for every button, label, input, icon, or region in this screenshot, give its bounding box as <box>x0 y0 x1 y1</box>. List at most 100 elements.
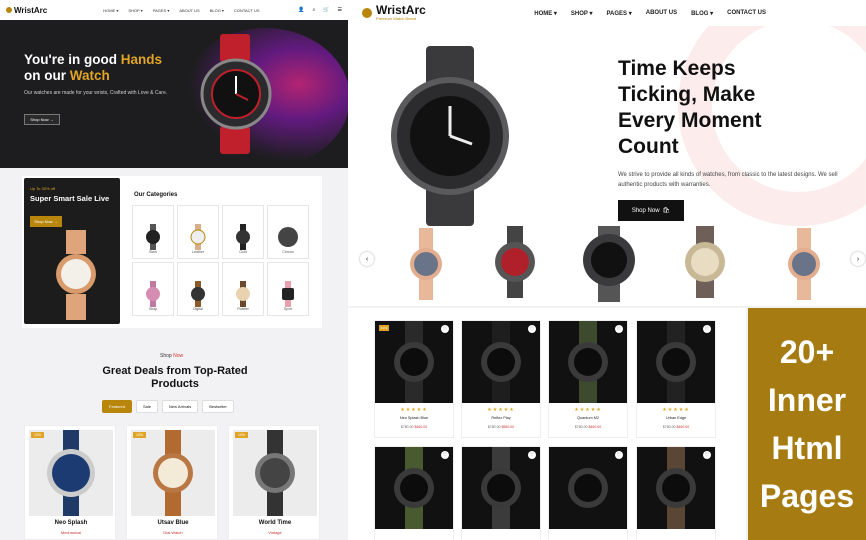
nav-blog[interactable]: BLOG ▾ <box>691 10 713 17</box>
rating-stars: ★★★★★ <box>487 407 515 413</box>
product-name[interactable]: Urban Edge <box>637 416 715 420</box>
right-logo[interactable]: WristArc Premium Watch Brand <box>362 4 426 21</box>
tab-featured[interactable]: Featured <box>102 400 133 413</box>
product-image <box>233 430 317 516</box>
watch-icon <box>190 224 206 250</box>
categories-grid: Steel Leather Gold Chrono Strap Digital … <box>132 205 309 316</box>
product-name[interactable]: Quantum M2 <box>549 416 627 420</box>
product-card[interactable]: 10% Neo Splash Mechanical <box>24 425 116 540</box>
wishlist-icon[interactable]: ♡ <box>615 451 623 459</box>
carousel-prev-button[interactable]: ‹ <box>360 252 374 266</box>
watch-icon <box>282 281 294 307</box>
nav-home[interactable]: HOME ▾ <box>534 10 557 17</box>
left-logo[interactable]: WristArc <box>6 6 47 15</box>
left-hero-shop-button[interactable]: Shop Now → <box>24 114 60 125</box>
category-item[interactable]: Gold <box>222 205 264 259</box>
product-card[interactable]: 10% World Time Vintage <box>228 425 320 540</box>
product-card[interactable]: ♡ <box>548 446 628 540</box>
discount-badge: 10% <box>379 325 390 331</box>
tab-new-arrivals[interactable]: New Arrivals <box>162 400 199 413</box>
left-hero-heading: You're in good Hands on our Watch <box>24 52 162 83</box>
product-name[interactable]: Neo Splash Blue <box>375 416 453 420</box>
logo-icon <box>6 7 12 13</box>
carousel-watch <box>685 226 725 298</box>
wishlist-icon[interactable]: ♡ <box>615 325 623 333</box>
nav-pages[interactable]: PAGES ▾ <box>607 10 632 17</box>
wishlist-icon[interactable]: ♡ <box>441 325 449 333</box>
product-image <box>637 321 715 403</box>
menu-icon[interactable]: ☰ <box>338 7 342 13</box>
logo-icon <box>362 8 372 18</box>
right-hero-description: We strive to provide all kinds of watche… <box>618 172 838 188</box>
sale-price: $580.00 <box>501 425 515 429</box>
product-image <box>29 430 113 516</box>
category-item[interactable]: Steel <box>132 205 174 259</box>
product-name[interactable]: World Time <box>229 520 321 526</box>
watch-icon <box>146 281 160 307</box>
product-price: $780.00 $460.00 <box>375 425 453 429</box>
nav-contact[interactable]: CONTACT US <box>727 10 766 17</box>
product-price: $780.00 $460.00 <box>637 425 715 429</box>
category-item[interactable]: Strap <box>132 262 174 316</box>
rating-stars: ★★★★★ <box>574 407 602 413</box>
wishlist-icon[interactable]: ♡ <box>703 325 711 333</box>
hero-watch-image <box>391 46 509 226</box>
product-image <box>462 321 540 403</box>
sale-title: Super Smart Sale Live <box>30 194 110 203</box>
product-card[interactable]: 10% Utsav Blue Dial Watch <box>126 425 218 540</box>
user-icon[interactable]: 👤 <box>298 7 304 13</box>
rating-stars: ★★★★★ <box>400 407 428 413</box>
watch-carousel <box>410 226 820 302</box>
category-item[interactable]: Digital <box>177 262 219 316</box>
promo-line: Inner <box>767 382 847 418</box>
product-card[interactable]: ♡ 10% ★★★★★ Neo Splash Blue $780.00 $460.00 <box>374 320 454 438</box>
product-image <box>549 447 627 529</box>
left-nav-contact[interactable]: CONTACT US <box>234 8 260 13</box>
left-nav-blog[interactable]: BLOG ▾ <box>210 8 224 13</box>
product-card[interactable]: ♡ <box>461 446 541 540</box>
nav-shop[interactable]: SHOP ▾ <box>571 10 593 17</box>
watch-icon <box>146 224 160 250</box>
product-price: $780.00 $460.00 <box>549 425 627 429</box>
product-name[interactable]: Reflex Play <box>462 416 540 420</box>
tab-bestseller[interactable]: Bestseller <box>202 400 234 413</box>
category-item[interactable]: Chrono <box>267 205 309 259</box>
cart-icon[interactable]: 🛒 <box>323 7 329 13</box>
right-hero-shop-button[interactable]: Shop Now 🛍 <box>618 200 684 221</box>
product-image <box>549 321 627 403</box>
wishlist-icon[interactable]: ♡ <box>528 451 536 459</box>
left-nav-home[interactable]: HOME ▾ <box>103 8 118 13</box>
wishlist-icon[interactable]: ♡ <box>703 451 711 459</box>
wishlist-icon[interactable]: ♡ <box>528 325 536 333</box>
product-card[interactable]: ♡ ★★★★★ Reflex Play $780.00 $580.00 <box>461 320 541 438</box>
sale-tag: Up To 30% off <box>30 186 55 191</box>
search-icon[interactable]: ⌕ <box>312 7 315 13</box>
discount-badge: 10% <box>235 432 249 438</box>
carousel-next-button[interactable]: › <box>851 252 865 266</box>
nav-about[interactable]: ABOUT US <box>646 10 677 17</box>
product-card[interactable]: ♡ ★★★★★ Quantum M2 $780.00 $460.00 <box>548 320 628 438</box>
right-nav-menu: HOME ▾ SHOP ▾ PAGES ▾ ABOUT US BLOG ▾ CO… <box>534 10 766 17</box>
product-name[interactable]: Utsav Blue <box>127 520 219 526</box>
product-image <box>375 321 453 403</box>
gold-watch-image <box>56 230 96 320</box>
product-category: Mechanical <box>60 530 82 535</box>
wishlist-icon[interactable]: ♡ <box>441 451 449 459</box>
product-card[interactable]: ♡ <box>636 446 716 540</box>
product-image <box>462 447 540 529</box>
category-item[interactable]: Leather <box>177 205 219 259</box>
sale-shop-button[interactable]: Shop Now → <box>30 216 62 227</box>
left-nav-icons: 👤 ⌕ 🛒 ☰ <box>298 7 342 13</box>
product-name[interactable]: Neo Splash <box>25 520 117 526</box>
product-card[interactable]: ♡ <box>374 446 454 540</box>
product-category: Vintage <box>268 530 282 535</box>
category-item[interactable]: Rubber <box>222 262 264 316</box>
left-nav-shop[interactable]: SHOP ▾ <box>128 8 142 13</box>
left-nav-pages[interactable]: PAGES ▾ <box>153 8 170 13</box>
left-nav-about[interactable]: ABOUT US <box>179 8 199 13</box>
category-item[interactable]: Sport <box>267 262 309 316</box>
tab-sale[interactable]: Sale <box>136 400 159 413</box>
product-card[interactable]: ♡ ★★★★★ Urban Edge $780.00 $460.00 <box>636 320 716 438</box>
discount-badge: 10% <box>31 432 45 438</box>
right-hero-title: Time Keeps Ticking, Make Every Moment Co… <box>618 57 762 158</box>
